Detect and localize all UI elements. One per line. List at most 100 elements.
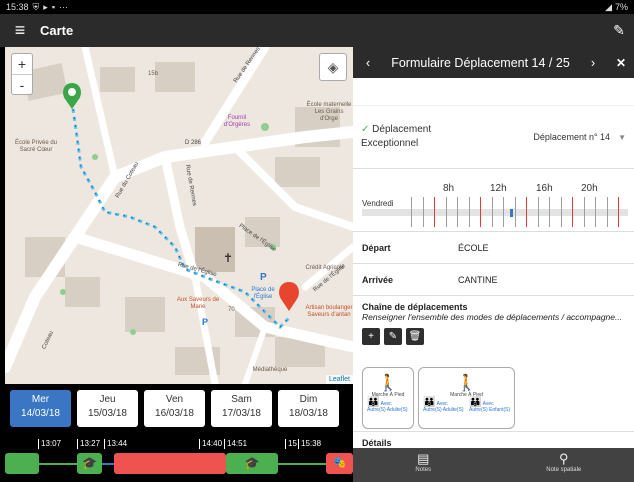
map-label-artisan: Artisan boulanger Saveurs d'antan [305,305,353,318]
caret-down-icon: ▼ [618,132,626,142]
day-button-dim[interactable]: Dim 18/03/18 [278,390,339,427]
bottom-nav: ▤ Notes ⚲ Note spatiale [353,448,634,482]
zoom-out-button[interactable]: - [12,74,32,94]
day-button-jeu[interactable]: Jeu 15/03/18 [77,390,138,427]
zoom-control: + - [11,53,33,95]
map-attribution[interactable]: Leaflet [325,375,353,384]
deplacement-type: ✓ Déplacement Exceptionnel [361,123,431,151]
theater-masks-icon[interactable]: 🎭 [326,453,353,474]
day-name: Ven [165,394,184,405]
deplacement-select-value: Déplacement n° 14 [533,132,611,142]
travel-mode-card[interactable]: 🚶 Marche À Pied 👪 Avec Autre(S) Adulte(S… [418,367,515,429]
timeline-label: 15:38 [298,439,321,449]
day-name: Mer [31,394,50,405]
hamburger-menu-icon[interactable]: ≡ [0,20,40,41]
timeline-label: 13:44 [104,439,127,449]
layers-icon[interactable]: ◈ [319,53,347,81]
map[interactable]: ✝ P P + - ◈ D 286 Rue de Rennes Rue du C… [5,47,353,384]
hour-tick [572,197,573,227]
timeline-label: 14:40 [199,439,222,449]
chevron-left-icon[interactable]: ‹ [353,55,383,70]
travel-mode-card[interactable]: 🚶 Marche À Pied 👪 Avec Autre(S) Adulte(S… [362,367,414,429]
day-selector: Mer 14/03/18 Jeu 15/03/18 Ven 16/03/18 S… [5,384,353,428]
map-label-mediatheque: Médiathèque [252,367,288,373]
svg-text:P: P [202,317,208,327]
timeline-segment-red[interactable] [114,453,226,474]
form-header: ‹ Formulaire Déplacement 14 / 25 › ✕ [353,47,634,78]
hour-label: 12h [490,183,507,194]
timeline-label: 14:51 [224,439,247,449]
add-icon[interactable]: + [362,328,380,345]
day-button-ven[interactable]: Ven 16/03/18 [144,390,205,427]
hour-tick [434,197,435,227]
map-label-place-eglise-p: Place de l'Église [251,287,275,300]
hour-tick [457,197,458,227]
depart-value: ÉCOLE [458,242,489,253]
edit-icon[interactable]: ✎ [604,22,634,39]
day-date: 17/03/18 [222,408,261,419]
chain-subtitle: Renseigner l'ensemble des modes de dépla… [362,312,623,322]
hour-tick [480,197,481,227]
day-button-sam[interactable]: Sam 17/03/18 [211,390,272,427]
hour-tick [468,197,470,227]
deplacement-row: ✓ Déplacement Exceptionnel Déplacement n… [353,105,634,169]
play-icon: ▸ [43,1,48,12]
chain-title: Chaîne de déplacements [362,302,468,312]
timeline-segment-green[interactable] [5,453,39,474]
close-icon[interactable]: ✕ [608,56,634,70]
day-date: 16/03/18 [155,408,194,419]
nav-notes-label: Notes [415,467,432,473]
timeline-label: 13:27 [77,439,100,449]
graduation-cap-icon[interactable]: 🎓 [77,453,102,474]
graduation-cap-icon[interactable]: 🎓 [226,453,278,474]
hour-tick [537,197,539,227]
location-pin-icon: ⚲ [558,451,569,466]
day-date: 18/03/18 [289,408,328,419]
map-label-aux-saveurs: Aux Saveurs de Marie [176,297,220,310]
hour-tick [422,197,424,227]
day-name: Sam [231,394,252,405]
trash-icon[interactable]: 🗑 [406,328,424,345]
day-button-mer[interactable]: Mer 14/03/18 [10,390,71,427]
chain-section: Chaîne de déplacements Renseigner l'ense… [353,296,634,431]
note-icon: ▤ [417,451,430,466]
hour-tick [560,197,562,227]
day-date: 14/03/18 [21,408,60,419]
map-label-num-15: 15b [148,71,159,77]
nav-spatial-label: Note spatiale [546,467,582,473]
form-title: Formulaire Déplacement 14 / 25 [391,55,570,70]
svg-text:P: P [260,272,267,283]
hour-tick [526,197,527,227]
day-name: Jeu [99,394,116,405]
map-canvas: ✝ P P [5,47,353,384]
trip-marker [510,209,513,217]
map-label-d286: D 286 [185,140,202,146]
nav-notes[interactable]: ▤ Notes [353,448,494,482]
chevron-right-icon[interactable]: › [578,55,608,70]
day-date: 15/03/18 [88,408,127,419]
check-circle-icon: ✓ [361,124,370,135]
zoom-in-button[interactable]: + [12,54,32,74]
hour-tick [411,197,412,227]
depart-row[interactable]: Départ ÉCOLE [353,232,634,264]
hour-tick [491,197,493,227]
arrivee-key: Arrivée [362,274,394,285]
form-panel: ‹ Formulaire Déplacement 14 / 25 › ✕ ✓ D… [353,47,634,482]
arrivee-value: CANTINE [458,274,498,285]
hour-tick [503,197,504,227]
deplacement-select[interactable]: Déplacement n° 14 ▼ [533,132,626,142]
pencil-icon[interactable]: ✎ [384,328,402,345]
clock: 15:38 [6,2,29,12]
hour-tick [583,197,585,227]
hours-chart: 8h 12h 16h 20h Vendredi [353,169,634,232]
map-label-credit-agricole: Crédit Agricole [305,265,345,271]
hour-label: 20h [581,183,598,194]
day-label: Vendredi [362,199,394,208]
nav-spatial-note[interactable]: ⚲ Note spatiale [494,448,634,482]
arrivee-row[interactable]: Arrivée CANTINE [353,264,634,296]
app-title: Carte [40,23,74,38]
map-label-ecole-maternelle: École maternelle Les Grains d'Orge [306,102,352,122]
hour-tick [514,197,516,227]
hours-track[interactable] [362,209,628,216]
app-bar: ≡ Carte ✎ [0,14,634,47]
